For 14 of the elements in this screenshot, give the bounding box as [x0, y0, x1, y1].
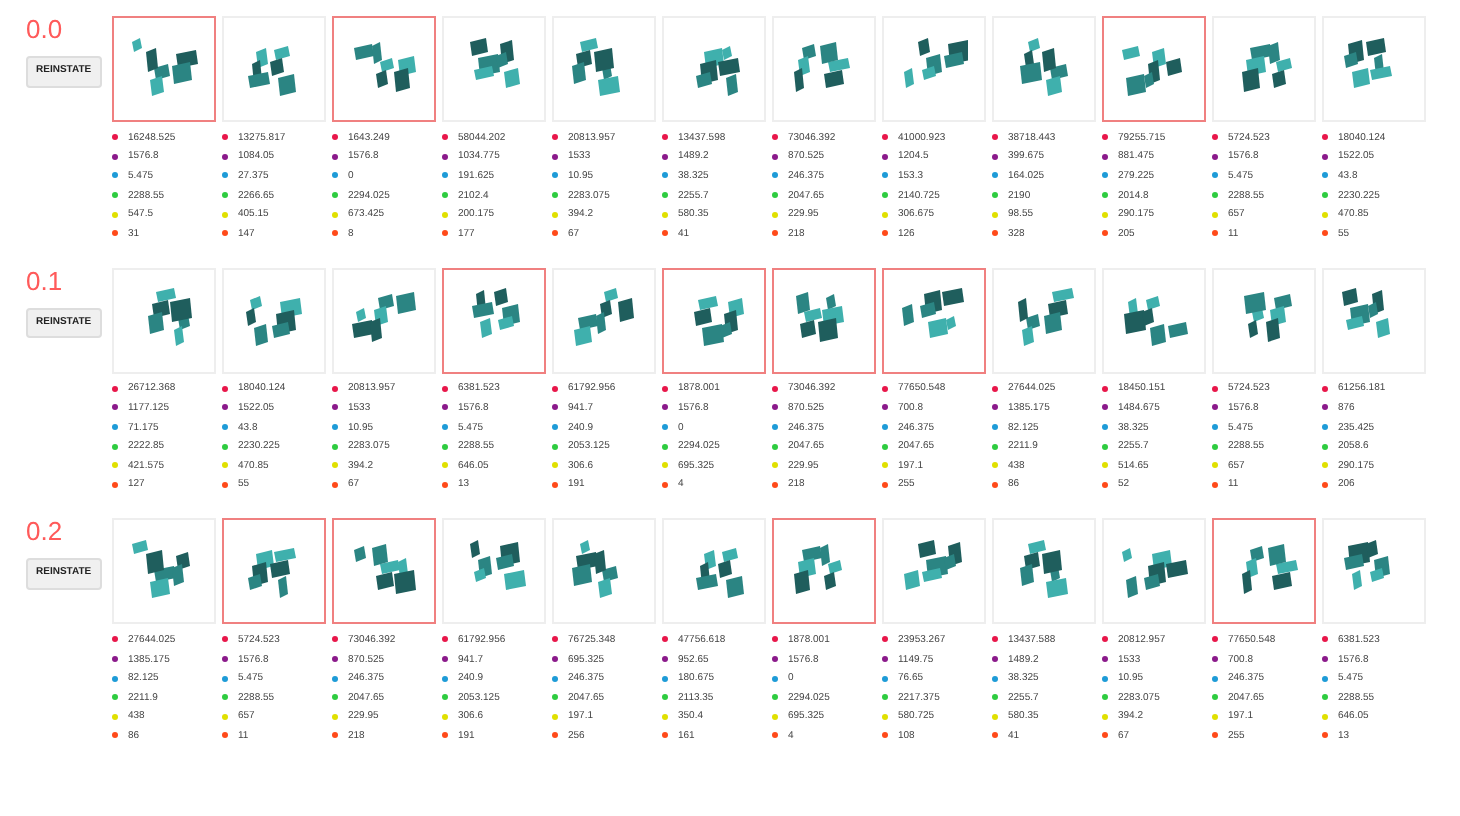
thumbnail-card[interactable]: [332, 518, 436, 625]
thumbnail-card[interactable]: [662, 267, 766, 374]
thumbnail-card[interactable]: [772, 267, 876, 374]
thumbnail-card[interactable]: [222, 518, 326, 625]
thumbnail-card[interactable]: [112, 16, 216, 122]
thumbnail-card[interactable]: [772, 518, 876, 625]
thumbnail-card[interactable]: [882, 267, 986, 374]
thumbnail-card[interactable]: [1212, 518, 1316, 625]
thumbnail-card[interactable]: [442, 267, 546, 374]
group-label: 0.0: [26, 16, 63, 44]
group-label: 0.1: [26, 267, 63, 296]
group-label: 0.2: [26, 518, 63, 547]
thumbnail-card[interactable]: [1102, 16, 1206, 122]
thumbnail-card[interactable]: [332, 16, 436, 122]
